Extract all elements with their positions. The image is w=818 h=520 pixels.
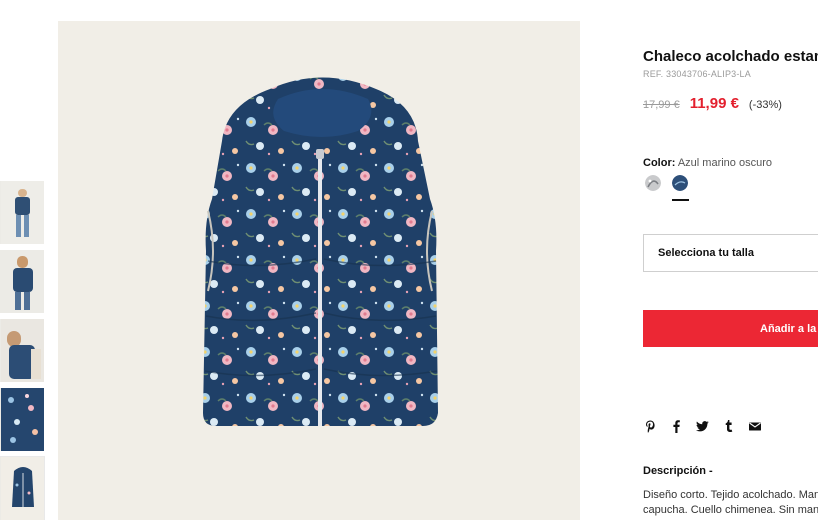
swatch-floral-gris[interactable] [645,175,661,191]
facebook-icon[interactable] [670,419,683,433]
color-label: Color: [643,157,676,169]
twitter-icon[interactable] [696,419,709,433]
thumbnail-5[interactable] [0,456,45,520]
description-line-1: Diseño corto. Tejido acolchado. Manga si… [643,489,818,501]
selected-swatch-indicator [672,199,689,201]
description-text: Diseño corto. Tejido acolchado. Manga si… [643,488,818,518]
swatch-floral-gris-icon [645,175,661,191]
color-row: Color: Azul marino oscuro [643,157,772,169]
discount-badge: (-33%) [748,99,782,111]
add-to-cart-button[interactable]: Añadir a la cesta [643,310,818,347]
swatch-azul-marino-oscuro[interactable] [672,175,688,191]
thumbnail-gallery [0,181,45,520]
product-info: Chaleco acolchado estampado REF. 3304370… [643,0,818,520]
thumbnail-1[interactable] [0,181,44,244]
swatch-azul-marino-oscuro-icon [672,175,688,191]
thumbnail-4[interactable] [0,388,44,451]
product-title: Chaleco acolchado estampado [643,48,818,65]
description-line-2: capucha. Cuello chimenea. Sin mangas. [643,504,818,516]
thumbnail-2[interactable] [0,250,44,313]
thumbnail-5-image [1,457,44,520]
product-page: Chaleco acolchado estampado REF. 3304370… [0,0,818,520]
color-swatches [645,175,688,191]
sale-price: 11,99 € [689,95,739,112]
product-ref: REF. 33043706-ALIP3-LA [643,69,751,79]
price-row: 17,99 € 11,99 € (-33%) [643,95,782,112]
share-icons [644,419,761,433]
thumbnail-4-image [1,388,44,451]
size-select-placeholder: Selecciona tu talla [658,247,754,259]
thumbnail-3[interactable] [0,319,44,382]
tumblr-icon[interactable] [722,419,735,433]
thumbnail-1-image [1,181,44,244]
pinterest-icon[interactable] [644,419,657,433]
add-to-cart-label: Añadir a la cesta [760,322,818,335]
thumbnail-2-image [1,250,44,313]
main-product-image[interactable] [58,21,580,520]
vest-illustration [203,77,438,426]
color-value: Azul marino oscuro [677,157,772,169]
size-select[interactable]: Selecciona tu talla [643,234,818,272]
old-price: 17,99 € [643,99,680,111]
thumbnail-3-image [1,319,44,382]
email-icon[interactable] [748,419,761,433]
description-title: Descripción - [643,465,713,477]
